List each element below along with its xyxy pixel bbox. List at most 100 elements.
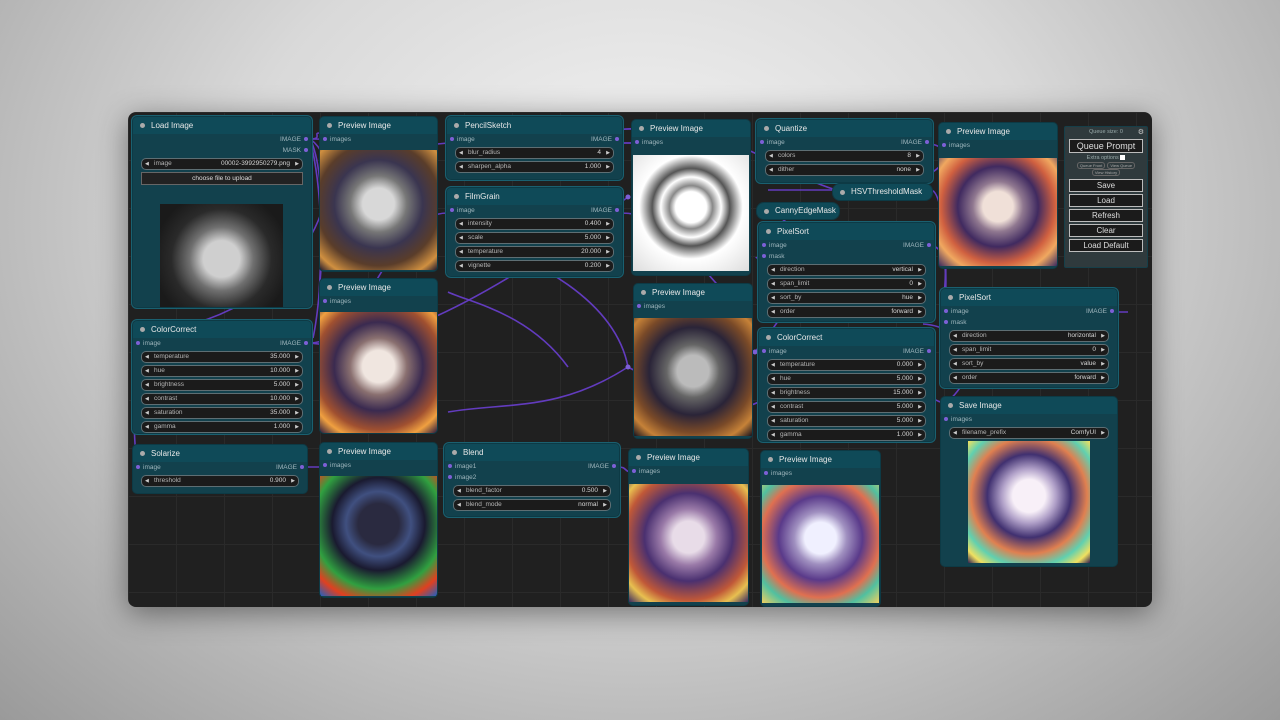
gamma-widget[interactable]: gamma1.000 [767,429,926,441]
node-load-image[interactable]: Load Image IMAGE MASK image00002-3992950… [132,116,312,308]
node-preview-image-3[interactable]: Preview Image images [319,442,438,598]
input-images[interactable]: images [942,140,970,151]
input-image[interactable]: image [762,346,787,357]
output-mask[interactable]: MASK [283,145,309,156]
filename-prefix-widget[interactable]: filename_prefixComfyUI [949,427,1109,439]
node-solarize[interactable]: Solarize image IMAGE threshold0.900 [132,444,308,494]
node-save-image[interactable]: Save Image images filename_prefixComfyUI [940,396,1118,567]
output-image[interactable]: IMAGE [276,462,304,473]
image-select[interactable]: image00002-3992950279.png [141,158,303,170]
span-limit-widget[interactable]: span_limit0 [949,344,1109,356]
node-preview-image-5[interactable]: Preview Image images [633,283,753,439]
blur-radius-widget[interactable]: blur_radius4 [455,147,614,159]
blend-factor-widget[interactable]: blend_factor0.500 [453,485,611,497]
direction-select[interactable]: directionvertical [767,264,926,276]
input-image[interactable]: image [136,462,161,473]
vignette-widget[interactable]: vignette0.200 [455,260,614,272]
output-image[interactable]: IMAGE [903,346,931,357]
node-blend[interactable]: Blend image1 IMAGE image2 blend_factor0.5… [444,443,620,517]
clear-button[interactable]: Clear [1069,224,1143,237]
input-image[interactable]: image [450,205,475,216]
output-image[interactable]: IMAGE [280,338,308,349]
refresh-button[interactable]: Refresh [1069,209,1143,222]
node-pixelsort-2[interactable]: PixelSort image IMAGE mask directionhoriz… [940,288,1118,388]
load-default-button[interactable]: Load Default [1069,239,1143,252]
colors-widget[interactable]: colors8 [765,150,924,162]
input-images[interactable]: images [323,460,351,471]
direction-select[interactable]: directionhorizontal [949,330,1109,342]
input-images[interactable]: images [944,414,972,425]
sharpen-alpha-widget[interactable]: sharpen_alpha1.000 [455,161,614,173]
input-image1[interactable]: image1 [447,461,476,472]
dither-select[interactable]: dithernone [765,164,924,176]
input-image[interactable]: image [450,134,475,145]
node-colorcorrect-1[interactable]: ColorCorrect image IMAGE temperature35.00… [132,320,312,434]
temperature-widget[interactable]: temperature35.000 [141,351,303,363]
output-image[interactable]: IMAGE [588,461,616,472]
input-images[interactable]: images [323,134,351,145]
input-mask[interactable]: mask [944,317,967,328]
queue-front-button[interactable]: Queue Front [1076,162,1106,169]
output-image[interactable]: IMAGE [903,240,931,251]
output-image[interactable]: IMAGE [1086,306,1114,317]
extra-options-checkbox[interactable] [1120,155,1126,161]
output-image[interactable]: IMAGE [280,134,308,145]
scale-widget[interactable]: scale5.000 [455,232,614,244]
saturation-widget[interactable]: saturation35.000 [141,407,303,419]
input-images[interactable]: images [637,301,665,312]
hue-widget[interactable]: hue10.000 [141,365,303,377]
save-button[interactable]: Save [1069,179,1143,192]
gamma-widget[interactable]: gamma1.000 [141,421,303,433]
input-images[interactable]: images [635,137,663,148]
node-pencilsketch[interactable]: PencilSketch image IMAGE blur_radius4 sha… [446,116,623,180]
brightness-widget[interactable]: brightness15.000 [767,387,926,399]
input-images[interactable]: images [764,468,792,479]
sort-by-select[interactable]: sort_byvalue [949,358,1109,370]
output-image[interactable]: IMAGE [591,134,619,145]
node-filmgrain[interactable]: FilmGrain image IMAGE intensity0.400 scal… [446,187,623,277]
input-mask[interactable]: mask [762,251,785,262]
input-image[interactable]: image [760,137,785,148]
node-colorcorrect-2[interactable]: ColorCorrect image IMAGE temperature0.000… [758,328,935,442]
node-preview-image-7[interactable]: Preview Image images [760,450,881,607]
saturation-widget[interactable]: saturation5.000 [767,415,926,427]
view-queue-button[interactable]: View Queue [1107,162,1136,169]
temperature-widget[interactable]: temperature0.000 [767,359,926,371]
input-images[interactable]: images [632,466,660,477]
sort-by-select[interactable]: sort_byhue [767,292,926,304]
input-image[interactable]: image [762,240,787,251]
view-history-button[interactable]: View History [1091,169,1121,176]
upload-button[interactable]: choose file to upload [141,172,303,185]
input-image[interactable]: image [944,306,969,317]
queue-prompt-button[interactable]: Queue Prompt [1069,139,1143,153]
node-hsvthresholdmask[interactable]: HSVThresholdMask [832,183,933,201]
order-select[interactable]: orderforward [949,372,1109,384]
node-preview-image-2[interactable]: Preview Image images [319,278,438,434]
temperature-widget[interactable]: temperature20.000 [455,246,614,258]
node-graph-canvas[interactable]: Load Image IMAGE MASK image00002-3992950… [128,112,1152,607]
node-title: Preview Image [939,123,1057,140]
blend-mode-select[interactable]: blend_modenormal [453,499,611,511]
input-image[interactable]: image [136,338,161,349]
node-pixelsort-1[interactable]: PixelSort image IMAGE mask directionverti… [758,222,935,322]
input-image2[interactable]: image2 [447,472,476,483]
span-limit-widget[interactable]: span_limit0 [767,278,926,290]
threshold-widget[interactable]: threshold0.900 [141,475,299,487]
order-select[interactable]: orderforward [767,306,926,318]
node-preview-image-1[interactable]: Preview Image images [319,116,438,272]
output-image[interactable]: IMAGE [591,205,619,216]
node-preview-image-4[interactable]: Preview Image images [631,119,751,276]
node-preview-image-6[interactable]: Preview Image images [628,448,749,606]
output-image[interactable]: IMAGE [901,137,929,148]
input-images[interactable]: images [323,296,351,307]
hue-widget[interactable]: hue5.000 [767,373,926,385]
settings-icon[interactable]: ⚙ [1138,128,1144,136]
node-quantize[interactable]: Quantize image IMAGE colors8 dithernone [756,119,933,183]
brightness-widget[interactable]: brightness5.000 [141,379,303,391]
load-button[interactable]: Load [1069,194,1143,207]
intensity-widget[interactable]: intensity0.400 [455,218,614,230]
contrast-widget[interactable]: contrast10.000 [141,393,303,405]
node-preview-image-8[interactable]: Preview Image images [938,122,1058,269]
node-cannyedgemask[interactable]: CannyEdgeMask [756,202,840,220]
contrast-widget[interactable]: contrast5.000 [767,401,926,413]
